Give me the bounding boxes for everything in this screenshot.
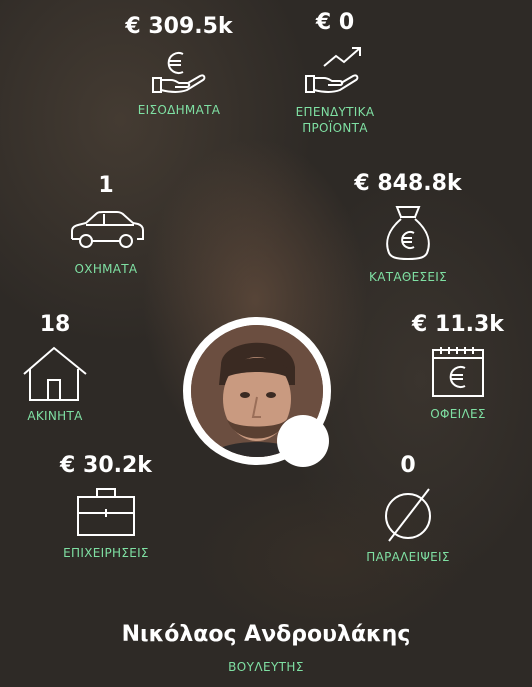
investments-label-line1: ΕΠΕΝΔΥΤΙΚΑ <box>295 105 375 119</box>
stat-omissions[interactable]: 0 ΠΑΡΑΛΕΙΨΕΙΣ <box>338 453 478 565</box>
stat-income[interactable]: € 309.5k ΕΙΣΟΔΗΜΑΤΑ <box>109 14 249 118</box>
briefcase-icon <box>75 485 137 539</box>
deposits-value: € 848.8k <box>354 171 462 196</box>
income-value: € 309.5k <box>125 14 233 39</box>
stat-deposits[interactable]: € 848.8k ΚΑΤΑΘΕΣΕΙΣ <box>338 171 478 285</box>
house-icon <box>20 344 90 402</box>
debts-value: € 11.3k <box>412 312 504 337</box>
income-label: ΕΙΣΟΔΗΜΑΤΑ <box>137 103 221 117</box>
avatar[interactable] <box>183 317 331 467</box>
car-icon <box>66 205 146 255</box>
hand-euro-icon <box>147 46 211 96</box>
empty-set-icon <box>379 485 437 543</box>
properties-value: 18 <box>39 312 71 337</box>
stat-vehicles[interactable]: 1 ΟΧΗΜΑΤΑ <box>36 173 176 277</box>
omissions-label: ΠΑΡΑΛΕΙΨΕΙΣ <box>366 550 450 564</box>
stat-properties[interactable]: 18 ΑΚΙΝΗΤΑ <box>0 312 110 424</box>
vehicles-label: ΟΧΗΜΑΤΑ <box>74 262 138 276</box>
hand-growth-icon <box>300 42 370 98</box>
stat-debts[interactable]: € 11.3k ΟΦΕΙΛΕΣ <box>388 312 528 422</box>
money-bag-icon <box>383 203 433 263</box>
businesses-label: ΕΠΙΧΕΙΡΗΣΕΙΣ <box>63 546 149 560</box>
properties-label: ΑΚΙΝΗΤΑ <box>27 409 83 423</box>
calendar-euro-icon <box>429 344 487 400</box>
investments-label-line2: ΠΡΟΪΟΝΤΑ <box>302 121 368 135</box>
investments-value: € 0 <box>315 10 355 35</box>
avatar-badge <box>277 415 329 467</box>
person-role: ΒΟΥΛΕΥΤΗΣ <box>228 660 304 674</box>
businesses-value: € 30.2k <box>60 453 152 478</box>
investments-label: ΕΠΕΝΔΥΤΙΚΑ ΠΡΟΪΟΝΤΑ <box>296 104 375 136</box>
debts-label: ΟΦΕΙΛΕΣ <box>430 407 486 421</box>
stat-investments[interactable]: € 0 ΕΠΕΝΔΥΤΙΚΑ ΠΡΟΪΟΝΤΑ <box>265 10 405 136</box>
stat-businesses[interactable]: € 30.2k ΕΠΙΧΕΙΡΗΣΕΙΣ <box>36 453 176 561</box>
omissions-value: 0 <box>400 453 416 478</box>
person-name: Νικόλαος Ανδρουλάκης <box>121 622 411 647</box>
deposits-label: ΚΑΤΑΘΕΣΕΙΣ <box>369 270 447 284</box>
vehicles-value: 1 <box>98 173 114 198</box>
